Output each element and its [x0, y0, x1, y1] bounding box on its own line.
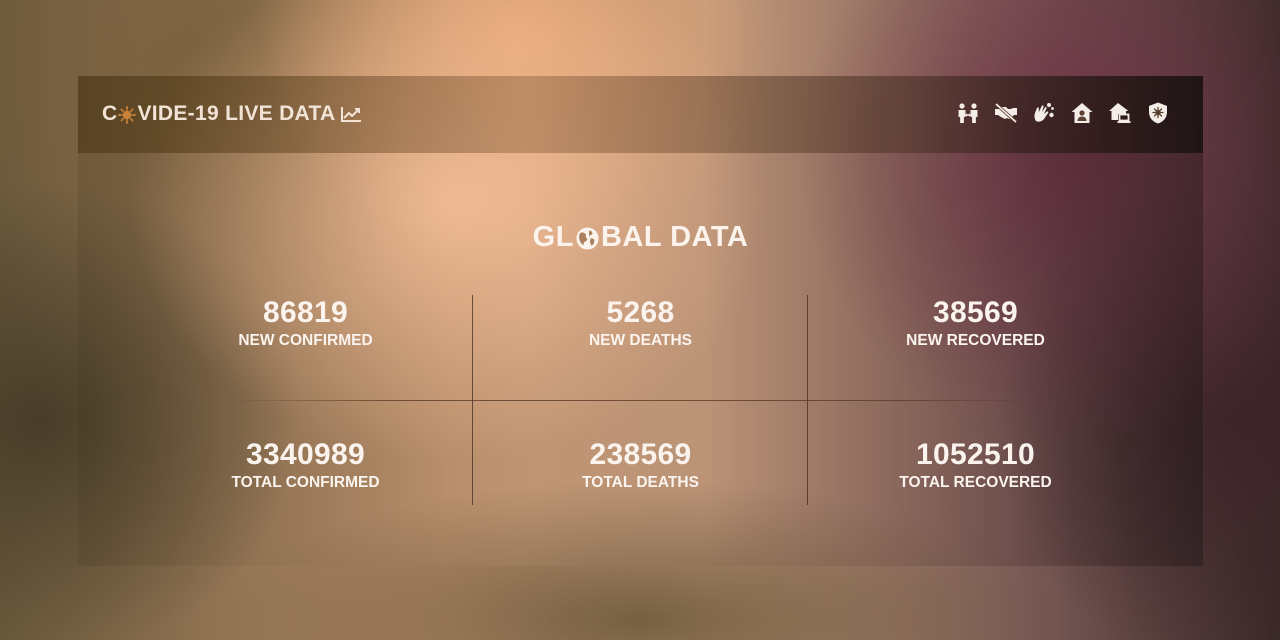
stat-new-recovered: 38569 NEW RECOVERED	[808, 295, 1143, 351]
stat-total-confirmed: 3340989 TOTAL CONFIRMED	[138, 437, 473, 493]
title-suffix: BAL DATA	[600, 221, 749, 253]
stat-value: 238569	[589, 438, 692, 471]
title-prefix: GL	[532, 221, 574, 253]
section-title: GL BAL DATA	[78, 221, 1203, 254]
stat-label: NEW DEATHS	[588, 332, 693, 349]
brand-prefix: C	[102, 102, 118, 125]
row-divider	[218, 400, 1073, 401]
stat-label: TOTAL RECOVERED	[899, 474, 1052, 491]
stats-grid: 86819 NEW CONFIRMED 5268 NEW DEATHS 3856…	[138, 295, 1143, 505]
hand-wash-icon[interactable]	[1031, 100, 1057, 126]
stat-label: NEW RECOVERED	[906, 332, 1045, 349]
house-laptop-icon[interactable]	[1107, 100, 1133, 126]
stat-new-confirmed: 86819 NEW CONFIRMED	[138, 295, 473, 351]
stat-label: TOTAL CONFIRMED	[231, 474, 380, 491]
people-distance-icon[interactable]	[955, 100, 981, 126]
house-user-icon[interactable]	[1069, 100, 1095, 126]
stat-label: NEW CONFIRMED	[238, 332, 373, 349]
nav-icons	[955, 100, 1171, 126]
virus-icon	[118, 106, 137, 124]
brand-logo[interactable]: C VIDE-19 LIVE DATA	[102, 100, 362, 128]
globe-icon	[575, 226, 600, 251]
no-handshake-icon[interactable]	[993, 100, 1019, 126]
stat-new-deaths: 5268 NEW DEATHS	[473, 295, 808, 351]
stat-value: 3340989	[246, 438, 365, 471]
stat-value: 5268	[606, 296, 675, 329]
stat-value: 1052510	[916, 438, 1035, 471]
chart-line-icon	[340, 105, 362, 123]
stat-label: TOTAL DEATHS	[582, 474, 699, 491]
navbar: C VIDE-19 LIVE DATA	[78, 76, 1203, 153]
shield-virus-icon[interactable]	[1145, 100, 1171, 126]
stat-total-deaths: 238569 TOTAL DEATHS	[473, 437, 808, 493]
stat-value: 86819	[263, 296, 348, 329]
brand-suffix: VIDE-19 LIVE DATA	[137, 102, 336, 125]
stat-value: 38569	[933, 296, 1018, 329]
global-data-card: C VIDE-19 LIVE DATA GL BAL DATA 86819 NE…	[78, 76, 1203, 566]
stat-total-recovered: 1052510 TOTAL RECOVERED	[808, 437, 1143, 493]
